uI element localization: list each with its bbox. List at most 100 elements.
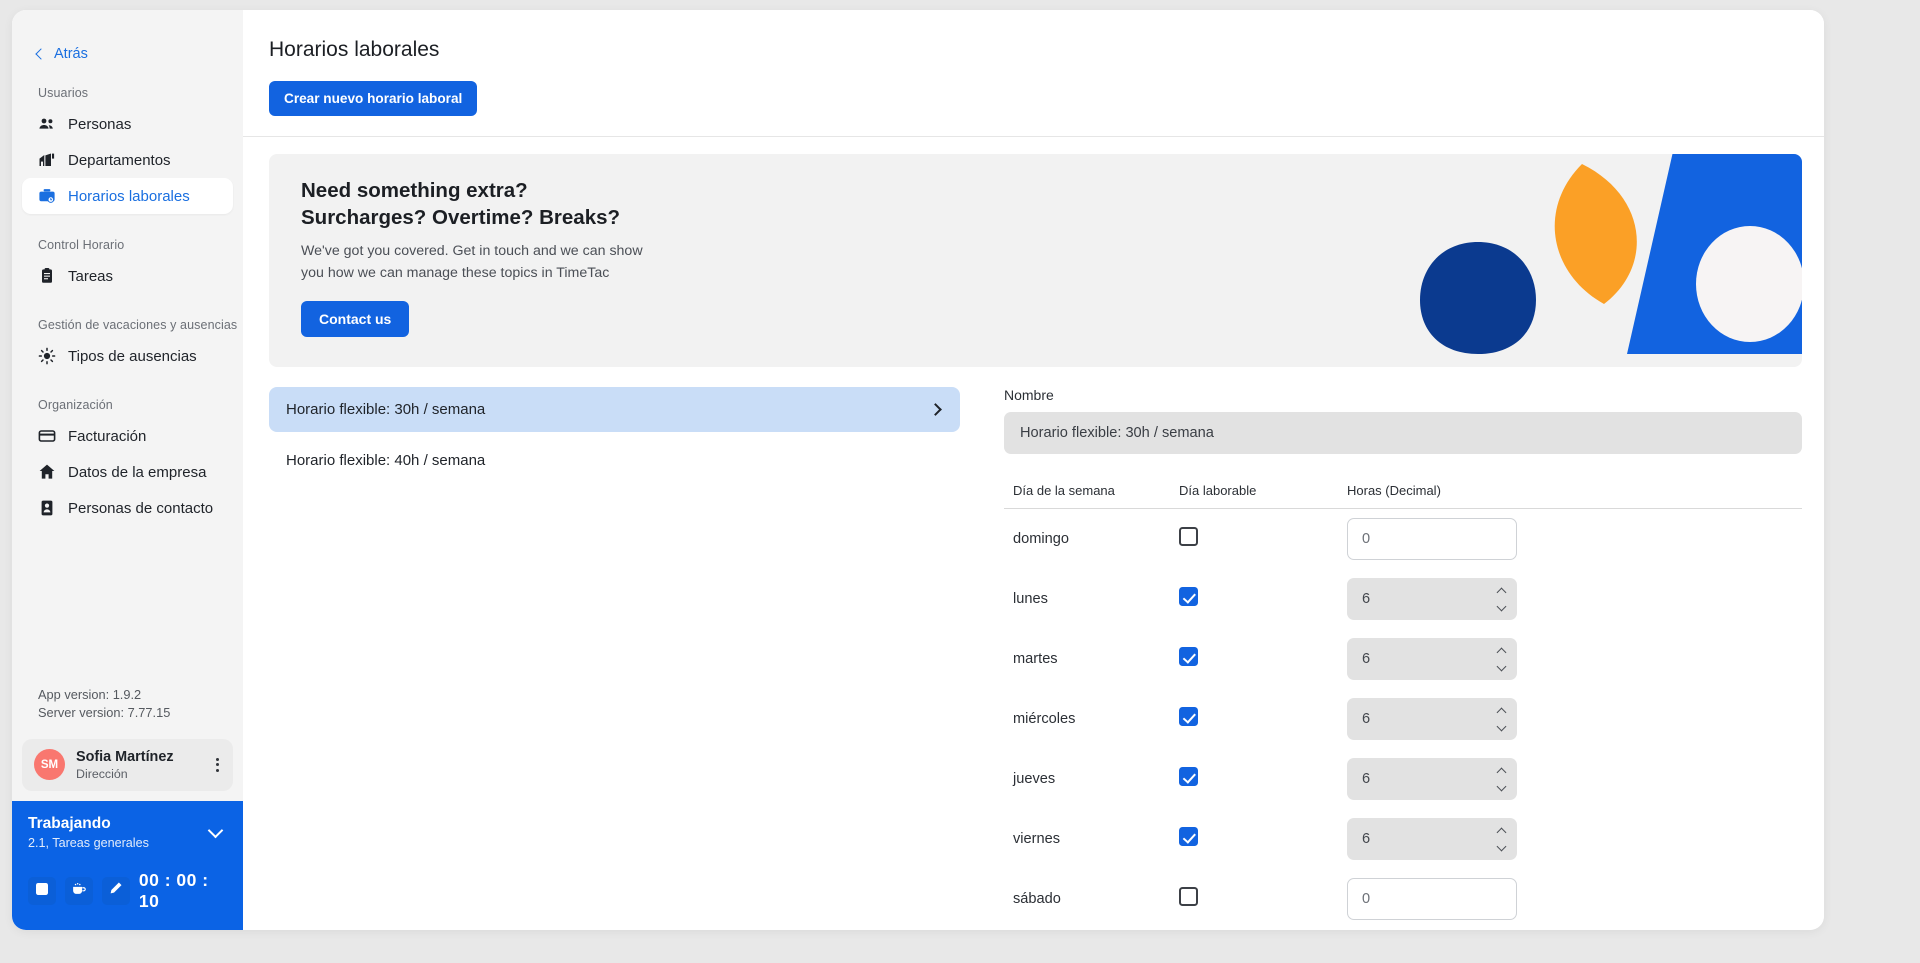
workday-checkbox[interactable] (1179, 527, 1198, 546)
hours-cell: 6 (1347, 569, 1802, 629)
hours-value: 6 (1362, 591, 1371, 607)
sidebar-item-label: Tipos de ausencias (68, 347, 197, 365)
edit-button[interactable] (101, 877, 130, 905)
hours-input[interactable]: 0 (1347, 518, 1517, 560)
timer-status-row[interactable]: Trabajando 2.1, Tareas generales (12, 801, 243, 864)
version-info: App version: 1.9.2 Server version: 7.77.… (12, 686, 243, 739)
sidebar-item-tareas[interactable]: Tareas (22, 258, 233, 294)
break-button[interactable] (64, 877, 93, 905)
weekday-name: lunes (1013, 591, 1048, 607)
sidebar-nav: Usuarios Personas Departamentos Horarios la… (12, 62, 243, 526)
hours-stepper[interactable] (1496, 707, 1507, 731)
hours-stepper[interactable] (1496, 827, 1507, 851)
user-menu-icon[interactable] (212, 754, 223, 776)
table-row: jueves 6 (1004, 749, 1802, 809)
home-icon (38, 463, 56, 481)
workday-checkbox[interactable] (1179, 647, 1198, 666)
sun-icon (38, 347, 56, 365)
workday-cell (1179, 509, 1347, 570)
sidebar-item-label: Datos de la empresa (68, 463, 207, 481)
hours-input[interactable]: 6 (1347, 818, 1517, 860)
back-button[interactable]: Atrás (12, 10, 243, 62)
stepper-up-icon[interactable] (1496, 827, 1507, 837)
create-schedule-button[interactable]: Crear nuevo horario laboral (269, 81, 478, 116)
sidebar-item-tipos-de-ausencias[interactable]: Tipos de ausencias (22, 338, 233, 374)
contact-us-button[interactable]: Contact us (301, 301, 410, 338)
hours-input[interactable]: 6 (1347, 758, 1517, 800)
stepper-down-icon[interactable] (1496, 721, 1507, 731)
workday-checkbox[interactable] (1179, 707, 1198, 726)
schedule-list-item[interactable]: Horario flexible: 40h / semana (269, 438, 960, 483)
schedule-list-item[interactable]: Horario flexible: 30h / semana (269, 387, 960, 432)
weekdays-table: Día de la semana Día laborable Horas (De… (1004, 483, 1802, 929)
timer-task: 2.1, Tareas generales (28, 836, 149, 850)
timer-elapsed: 00 : 00 : 10 (138, 870, 209, 911)
hours-input[interactable]: 6 (1347, 578, 1517, 620)
server-version: Server version: 7.77.15 (38, 705, 171, 721)
banner-body: We've got you covered. Get in touch and … (301, 243, 643, 281)
timer-widget: Trabajando 2.1, Tareas generales 00: 00… (12, 800, 243, 930)
workday-checkbox[interactable] (1179, 767, 1198, 786)
hours-cell: 0 (1347, 509, 1802, 570)
col-workday: Día laborable (1179, 483, 1347, 509)
stepper-down-icon[interactable] (1496, 841, 1507, 851)
weekday-name: miércoles (1013, 711, 1076, 727)
stepper-up-icon[interactable] (1496, 647, 1507, 657)
sidebar-item-departamentos[interactable]: Departamentos (22, 142, 233, 178)
main-content: Horarios laborales Crear nuevo horario l… (243, 10, 1824, 930)
sidebar-item-horarios-laborales[interactable]: Horarios laborales (22, 178, 233, 214)
hours-input[interactable]: 0 (1347, 878, 1517, 920)
stepper-up-icon[interactable] (1496, 587, 1507, 597)
chevron-right-icon[interactable] (929, 403, 942, 416)
briefcase-clock-icon (38, 187, 56, 205)
stepper-up-icon[interactable] (1496, 767, 1507, 777)
weekday-name: viernes (1013, 831, 1061, 847)
workday-checkbox[interactable] (1179, 827, 1198, 846)
user-card[interactable]: SM Sofia Martínez Dirección (22, 738, 233, 791)
name-input[interactable]: Horario flexible: 30h / semana (1004, 412, 1802, 454)
workday-checkbox[interactable] (1179, 887, 1198, 906)
content-columns: Horario flexible: 30h / semana Horario fl… (243, 367, 1824, 930)
sidebar-section-title: Usuarios (38, 86, 89, 100)
schedule-detail-form: Nombre Horario flexible: 30h / semana Dí… (986, 387, 1802, 930)
stepper-down-icon[interactable] (1496, 661, 1507, 671)
page-header: Horarios laborales Crear nuevo horario l… (243, 10, 1824, 137)
table-row: sábado 0 (1004, 869, 1802, 929)
table-row: lunes 6 (1004, 569, 1802, 629)
user-name: Sofia Martínez (76, 748, 174, 765)
hours-input[interactable]: 6 (1347, 638, 1517, 680)
stop-button[interactable] (28, 877, 56, 905)
hours-input[interactable]: 6 (1347, 698, 1517, 740)
sidebar-item-facturaci-n[interactable]: Facturación (22, 418, 233, 454)
stepper-up-icon[interactable] (1496, 707, 1507, 717)
table-row: martes 6 (1004, 629, 1802, 689)
workday-checkbox[interactable] (1179, 587, 1198, 606)
sidebar-item-personas-de-contacto[interactable]: Personas de contacto (22, 490, 233, 526)
promo-banner-wrapper: Need something extra? Surcharges? Overti… (243, 137, 1824, 367)
col-day: Día de la semana (1004, 483, 1179, 509)
banner-text: Need something extra? Surcharges? Overti… (269, 154, 1802, 338)
hours-value: 0 (1362, 531, 1371, 547)
sidebar-item-label: Horarios laborales (68, 187, 190, 205)
stepper-down-icon[interactable] (1496, 781, 1507, 791)
weekday-name: martes (1013, 651, 1058, 667)
contact-card-icon (38, 499, 56, 517)
credit-card-icon (38, 427, 56, 445)
people-icon (38, 115, 56, 133)
app-window: Atrás Usuarios Personas Departamentos Horar… (12, 10, 1824, 930)
sidebar-item-personas[interactable]: Personas (22, 106, 233, 142)
chevron-down-icon[interactable] (207, 822, 224, 839)
user-meta: Sofia Martínez Dirección (76, 748, 201, 782)
total-hours: Total: 30h (1004, 929, 1802, 930)
hours-stepper[interactable] (1496, 647, 1507, 671)
hours-stepper[interactable] (1496, 587, 1507, 611)
page-title: Horarios laborales (269, 38, 440, 61)
hours-stepper[interactable] (1496, 767, 1507, 791)
chevron-left-icon (35, 47, 47, 60)
table-row: miércoles 6 (1004, 689, 1802, 749)
sidebar-item-label: Personas de contacto (68, 499, 214, 517)
stepper-down-icon[interactable] (1496, 601, 1507, 611)
timer-controls: 00 : 00 : 10 (12, 864, 243, 930)
hours-cell: 6 (1347, 749, 1802, 809)
sidebar-item-datos-de-la-empresa[interactable]: Datos de la empresa (22, 454, 233, 490)
